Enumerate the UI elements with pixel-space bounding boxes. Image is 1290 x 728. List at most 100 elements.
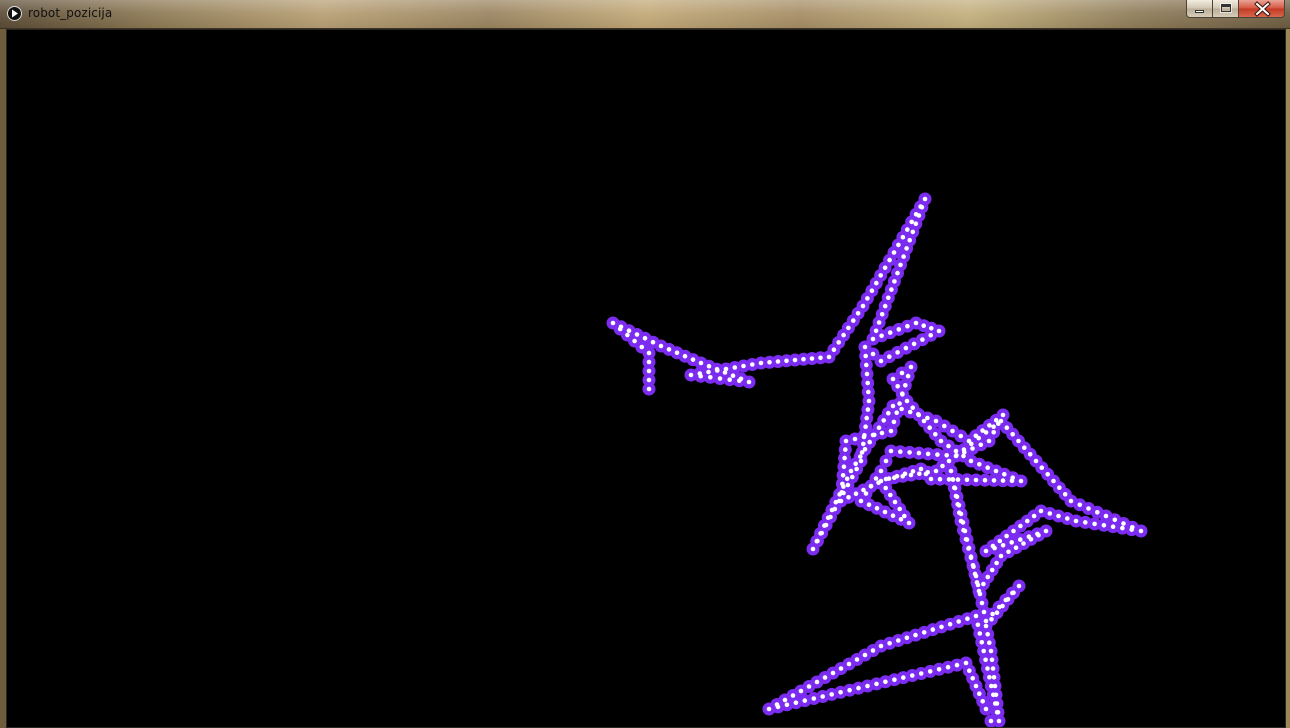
trail-dot-center — [967, 668, 972, 673]
trail-dot-center — [1110, 524, 1116, 529]
trail-dot-center — [1022, 445, 1027, 451]
window-title: robot_pozicija — [28, 6, 113, 20]
trail-dot-center — [989, 567, 995, 573]
trail-dot-center — [1000, 478, 1006, 483]
trail-dot-center — [864, 415, 869, 421]
trail-dot-center — [982, 477, 988, 483]
trail-dot-center — [990, 666, 996, 671]
trail-dot-center — [1047, 511, 1053, 516]
trail-dot-center — [836, 340, 841, 345]
trail-dot-center — [626, 328, 632, 334]
trail-dot-center — [883, 458, 889, 464]
trail-dot-center — [886, 410, 891, 416]
trail-dot-center — [818, 531, 823, 536]
trail-dot-center — [950, 477, 955, 482]
trail-dot-center — [902, 513, 907, 519]
trail-dot-center — [811, 696, 817, 701]
trail-dot-center — [927, 425, 932, 431]
trail-dot-center — [658, 343, 664, 349]
trail-dot-center — [881, 418, 886, 423]
trail-dot-center — [979, 600, 985, 606]
minimize-button[interactable] — [1186, 0, 1213, 18]
trail-dot-center — [646, 350, 652, 356]
close-button[interactable] — [1238, 0, 1285, 18]
trail-dot-center — [758, 360, 764, 366]
trail-dot-center — [975, 622, 981, 628]
trail-dot-center — [887, 330, 893, 335]
trail-dot-center — [697, 371, 703, 376]
trail-dot-center — [876, 480, 881, 486]
trail-dot-center — [838, 498, 844, 504]
trail-dot-center — [826, 354, 832, 360]
trail-dot-center — [933, 432, 938, 437]
trail-dot-center — [878, 643, 884, 649]
trail-dot-center — [918, 671, 924, 676]
trail-dot-center — [782, 697, 788, 703]
trail-dot-center — [848, 468, 854, 474]
trail-dot-center — [961, 447, 967, 452]
trail-dot-center — [992, 545, 997, 551]
trail-dot-center — [904, 246, 909, 251]
trail-dot-center — [846, 325, 851, 331]
sketch-canvas[interactable] — [6, 29, 1286, 728]
trail-dot-center — [698, 360, 704, 366]
trail-dot-center — [634, 332, 640, 337]
trail-dot-center — [998, 553, 1004, 559]
trail-dot-center — [883, 485, 888, 491]
trail-dot-center — [1036, 532, 1041, 538]
maximize-button[interactable] — [1212, 0, 1239, 18]
trail-dot-center — [927, 669, 933, 674]
trail-dot-center — [930, 627, 936, 632]
title-bar[interactable]: robot_pozicija — [0, 0, 1290, 29]
trail-dot-center — [907, 409, 913, 415]
trail-dot-center — [968, 555, 974, 560]
trail-dot-center — [1073, 518, 1079, 524]
trail-dot-center — [953, 448, 959, 454]
trail-dot-center — [642, 336, 648, 341]
trail-dot-center — [896, 327, 902, 332]
trail-dot-center — [955, 477, 961, 482]
trail-dot-center — [861, 441, 866, 447]
trail-dot-center — [1129, 527, 1134, 532]
trail-dot-center — [963, 660, 969, 666]
trail-dot-center — [954, 453, 959, 458]
trail-dot-center — [865, 407, 871, 412]
trail-dot-center — [806, 684, 812, 689]
trail-dot-center — [898, 517, 904, 522]
trail-dot-center — [892, 677, 897, 682]
trail-dot-center — [860, 303, 866, 309]
trail-dot-center — [864, 371, 870, 377]
trail-dot-center — [937, 476, 943, 482]
trail-dot-center — [767, 360, 772, 365]
trail-dot-center — [979, 640, 985, 645]
trail-dot-center — [1018, 537, 1023, 542]
trail-dot-center — [853, 461, 858, 467]
trail-dot-center — [650, 339, 656, 345]
trail-dot-center — [717, 376, 723, 381]
trail-dot-center — [918, 466, 924, 472]
trail-dot-center — [916, 450, 922, 456]
trail-dot-center — [899, 406, 904, 412]
trail-dot-center — [814, 679, 820, 685]
trail-dot-center — [1013, 545, 1019, 550]
trail-dot-center — [844, 476, 850, 482]
trail-dot-center — [854, 657, 860, 662]
trail-dot-center — [879, 312, 885, 317]
trail-dot-center — [775, 359, 781, 364]
trail-dot-center — [1065, 516, 1070, 521]
trail-dot-center — [917, 471, 922, 477]
trail-dot-center — [986, 438, 992, 444]
trail-dot-center — [840, 473, 846, 478]
trail-dot-center — [973, 573, 979, 579]
trail-dot-center — [906, 520, 912, 526]
trail-dot-center — [903, 345, 909, 351]
trail-dot-center — [858, 498, 864, 504]
trail-dot-center — [845, 482, 851, 488]
trail-dot-center — [994, 710, 1000, 715]
trail-dot-center — [1005, 597, 1011, 602]
trail-dot-center — [874, 506, 880, 511]
trail-dot-center — [706, 363, 712, 369]
trail-dot-center — [895, 270, 900, 276]
trail-dot-center — [843, 438, 849, 444]
trail-dot-center — [1006, 549, 1011, 555]
